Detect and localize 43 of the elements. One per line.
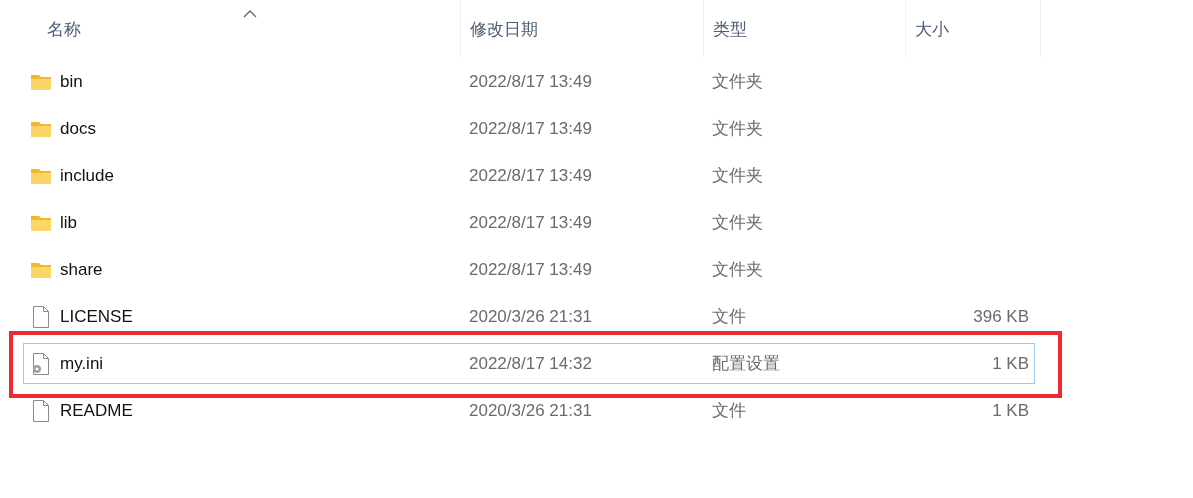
column-header[interactable]: 大小: [906, 0, 1041, 58]
column-header[interactable]: 类型: [704, 0, 906, 58]
file-row[interactable]: docs 2022/8/17 13:49 文件夹: [23, 108, 1035, 149]
file-name: lib: [60, 212, 77, 233]
file-name: LICENSE: [60, 306, 133, 327]
document-icon: [31, 305, 51, 328]
file-type: 文件: [712, 400, 747, 422]
file-name: docs: [60, 118, 96, 139]
modified-date: 2022/8/17 14:32: [469, 353, 593, 374]
settings-file-icon: [31, 352, 51, 375]
file-row[interactable]: lib 2022/8/17 13:49 文件夹: [23, 202, 1035, 243]
column-header[interactable]: 修改日期: [461, 0, 704, 58]
modified-date: 2022/8/17 13:49: [469, 118, 593, 139]
file-size: 1 KB: [991, 353, 1029, 374]
file-name: my.ini: [60, 353, 104, 374]
sort-caret-icon: [243, 9, 257, 18]
modified-date: 2022/8/17 13:49: [469, 165, 593, 186]
file-type: 配置设置: [712, 353, 781, 375]
modified-date: 2022/8/17 13:49: [469, 259, 593, 280]
file-row[interactable]: LICENSE 2020/3/26 21:31 文件 396 KB: [23, 296, 1035, 337]
column-header[interactable]: 名称: [38, 0, 461, 58]
file-name: share: [60, 259, 103, 280]
file-type: 文件: [712, 306, 747, 328]
modified-date: 2020/3/26 21:31: [469, 306, 593, 327]
modified-date: 2022/8/17 13:49: [469, 71, 593, 92]
file-type: 文件夹: [712, 71, 764, 93]
file-name: include: [60, 165, 114, 186]
file-row[interactable]: share 2022/8/17 13:49 文件夹: [23, 249, 1035, 290]
file-type: 文件夹: [712, 259, 764, 281]
modified-date: 2020/3/26 21:31: [469, 400, 593, 421]
document-icon: [31, 399, 51, 422]
file-row[interactable]: include 2022/8/17 13:49 文件夹: [23, 155, 1035, 196]
modified-date: 2022/8/17 13:49: [469, 212, 593, 233]
file-row[interactable]: README 2020/3/26 21:31 文件 1 KB: [23, 390, 1035, 431]
file-size: 1 KB: [991, 400, 1029, 421]
file-type: 文件夹: [712, 212, 764, 234]
file-row[interactable]: my.ini 2022/8/17 14:32 配置设置 1 KB: [23, 343, 1035, 384]
file-name: README: [60, 400, 133, 421]
file-type: 文件夹: [712, 118, 764, 140]
file-size: 396 KB: [972, 306, 1029, 327]
file-row[interactable]: bin 2022/8/17 13:49 文件夹: [23, 61, 1035, 102]
file-type: 文件夹: [712, 165, 764, 187]
file-name: bin: [60, 71, 83, 92]
